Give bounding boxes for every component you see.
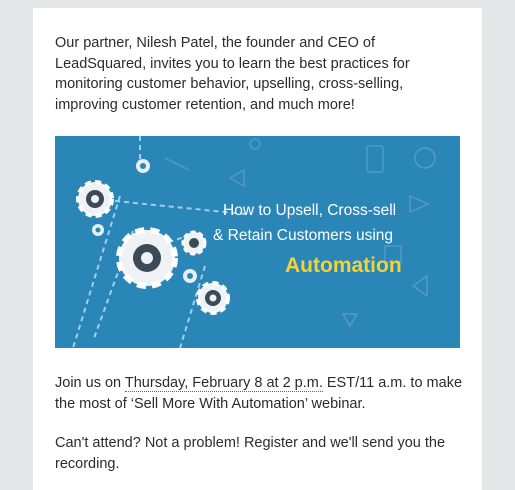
gear-icon — [76, 180, 114, 218]
event-date-link[interactable]: Thursday, February 8 at 2 p.m. — [124, 375, 323, 392]
gear-icon — [181, 230, 207, 256]
gear-icon — [196, 281, 230, 315]
webinar-banner[interactable]: How to Upsell, Cross-sell & Retain Custo… — [55, 136, 460, 348]
gear-icon — [183, 269, 197, 283]
banner-title-line-2: & Retain Customers using — [213, 227, 394, 244]
register-paragraph: Can't attend? Not a problem! Register an… — [55, 435, 446, 472]
email-body: Our partner, Nilesh Patel, the founder a… — [33, 8, 482, 490]
join-prefix: Join us on — [55, 375, 125, 391]
gear-icon — [92, 224, 104, 236]
intro-paragraph: Our partner, Nilesh Patel, the founder a… — [55, 35, 410, 113]
banner-highlight: Automation — [285, 254, 402, 277]
banner-title-line-1: How to Upsell, Cross-sell — [223, 202, 397, 219]
join-paragraph: Join us on Thursday, February 8 at 2 p.m… — [55, 373, 470, 414]
gear-icon — [116, 227, 178, 289]
gear-icon — [136, 159, 150, 173]
